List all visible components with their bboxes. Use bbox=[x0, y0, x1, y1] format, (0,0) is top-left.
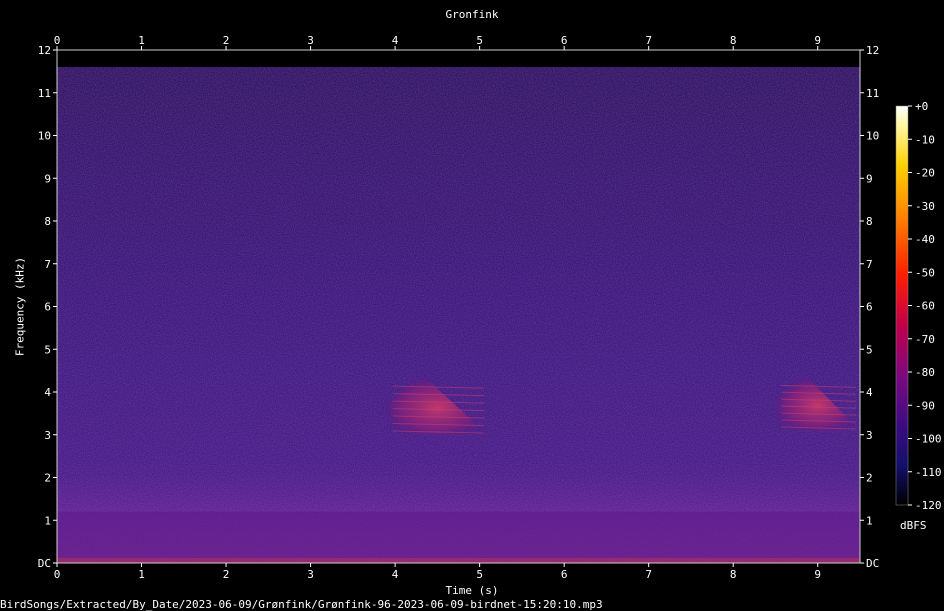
y-tick-label: 10 bbox=[38, 130, 51, 143]
x-tick-label-top: 8 bbox=[730, 34, 737, 47]
x-tick-label: 5 bbox=[476, 568, 483, 581]
colorbar-unit: dBFS bbox=[900, 519, 927, 532]
file-path-footer: BirdSongs/Extracted/By_Date/2023-06-09/G… bbox=[0, 598, 603, 611]
y-tick-label-right: 2 bbox=[866, 472, 873, 485]
y-tick-label: 4 bbox=[44, 386, 51, 399]
y-tick-label: 1 bbox=[44, 514, 51, 527]
y-axis-label: Frequency (kHz) bbox=[13, 256, 27, 357]
y-tick-label-right: 12 bbox=[866, 44, 879, 57]
y-tick-label-right: 5 bbox=[866, 343, 873, 356]
y-tick-label-right: 8 bbox=[866, 215, 873, 228]
y-tick-label: 8 bbox=[44, 215, 51, 228]
y-tick-label: 11 bbox=[38, 87, 51, 100]
x-tick-label: 6 bbox=[561, 568, 568, 581]
y-tick-label: DC bbox=[38, 557, 51, 570]
x-tick-label: 8 bbox=[730, 568, 737, 581]
colorbar-tick-label: -100 bbox=[915, 433, 942, 446]
dc-line bbox=[57, 557, 860, 563]
y-tick-label: 9 bbox=[44, 172, 51, 185]
y-tick-label-right: 7 bbox=[866, 258, 873, 271]
y-tick-label-right: 9 bbox=[866, 172, 873, 185]
x-tick-label-top: 7 bbox=[645, 34, 652, 47]
x-tick-label-top: 5 bbox=[476, 34, 483, 47]
y-tick-label: 5 bbox=[44, 343, 51, 356]
colorbar-tick-label: -30 bbox=[915, 200, 935, 213]
x-tick-label-top: 6 bbox=[561, 34, 568, 47]
x-tick-label: 4 bbox=[392, 568, 399, 581]
colorbar-tick-label: -70 bbox=[915, 333, 935, 346]
x-tick-label: 9 bbox=[814, 568, 821, 581]
colorbar-tick-label: -50 bbox=[915, 266, 935, 279]
x-tick-label-top: 1 bbox=[138, 34, 145, 47]
colorbar-tick-label: -20 bbox=[915, 167, 935, 180]
y-tick-label-right: 1 bbox=[866, 514, 873, 527]
colorbar-tick-label: -40 bbox=[915, 233, 935, 246]
y-tick-label: 3 bbox=[44, 429, 51, 442]
colorbar-tick-label: -110 bbox=[915, 466, 942, 479]
y-tick-label-right: 4 bbox=[866, 386, 873, 399]
noise-floor-band bbox=[57, 511, 860, 563]
colorbar-tick-label: -60 bbox=[915, 300, 935, 313]
colorbar-tick-label: -90 bbox=[915, 399, 935, 412]
y-tick-label-right: DC bbox=[866, 557, 879, 570]
x-tick-label: 2 bbox=[223, 568, 230, 581]
x-tick-label: 0 bbox=[54, 568, 61, 581]
x-tick-label: 3 bbox=[307, 568, 314, 581]
colorbar-tick-label: -10 bbox=[915, 133, 935, 146]
y-tick-label: 6 bbox=[44, 301, 51, 314]
x-tick-label: 7 bbox=[645, 568, 652, 581]
y-tick-label: 7 bbox=[44, 258, 51, 271]
x-tick-label: 1 bbox=[138, 568, 145, 581]
y-tick-label-right: 10 bbox=[866, 130, 879, 143]
colorbar-tick-label: -120 bbox=[915, 499, 942, 512]
colorbar-tick-label: +0 bbox=[915, 100, 928, 113]
spectrogram-noise bbox=[57, 67, 860, 563]
y-tick-label-right: 11 bbox=[866, 87, 879, 100]
chart-title: Gronfink bbox=[445, 8, 499, 21]
y-tick-label: 12 bbox=[38, 44, 51, 57]
spectrogram-chart: 00112233445566778899DC DC1 12 23 34 45 56 67 78 8… bbox=[38, 34, 942, 581]
x-tick-label-top: 3 bbox=[307, 34, 314, 47]
x-tick-label-top: 0 bbox=[54, 34, 61, 47]
y-tick-label-right: 3 bbox=[866, 429, 873, 442]
x-axis-label: Time (s) bbox=[445, 584, 499, 597]
colorbar-gradient bbox=[896, 106, 908, 505]
colorbar-tick-label: -80 bbox=[915, 366, 935, 379]
x-tick-label-top: 2 bbox=[223, 34, 230, 47]
x-tick-label-top: 4 bbox=[392, 34, 399, 47]
y-tick-label-right: 6 bbox=[866, 301, 873, 314]
y-tick-label: 2 bbox=[44, 472, 51, 485]
x-tick-label-top: 9 bbox=[814, 34, 821, 47]
